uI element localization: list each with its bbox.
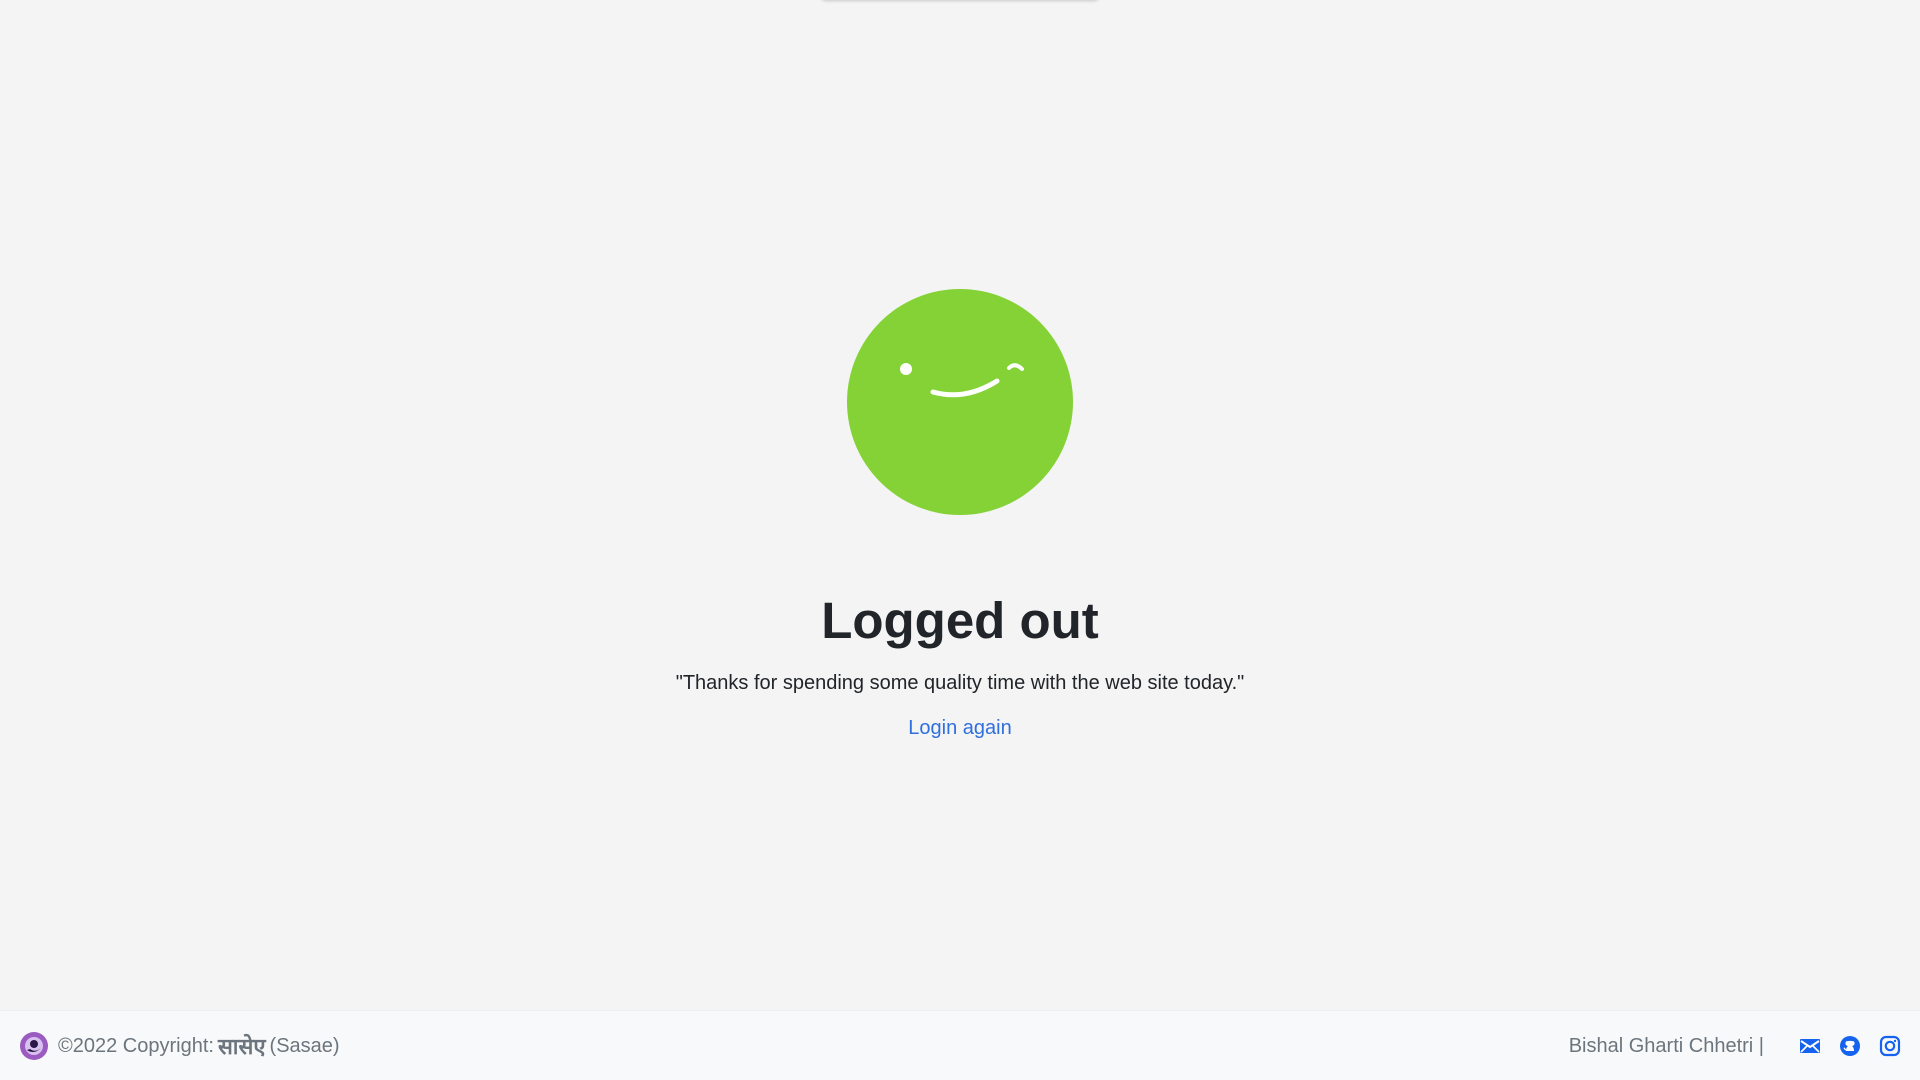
footer-copyright-area: ©2022 Copyright: सासेए (Sasae) xyxy=(20,1031,340,1061)
github-icon[interactable] xyxy=(1838,1034,1862,1058)
login-again-link[interactable]: Login again xyxy=(860,713,1060,743)
brand-link[interactable]: सासेए xyxy=(218,1031,266,1061)
winking-smiley-icon xyxy=(847,289,1073,515)
copyright-text: ©2022 Copyright: xyxy=(58,1034,214,1057)
footer-social-area: Bishal Gharti Chhetri | xyxy=(1569,1031,1902,1061)
envelope-icon[interactable] xyxy=(1798,1034,1822,1058)
logout-message: "Thanks for spending some quality time w… xyxy=(675,672,1245,694)
page: Logged out "Thanks for spending some qua… xyxy=(0,0,1920,1080)
brand-subtitle: (Sasae) xyxy=(269,1034,340,1057)
page-title: Logged out xyxy=(821,592,1099,649)
logout-content: Logged out "Thanks for spending some qua… xyxy=(0,0,1920,1010)
instagram-icon[interactable] xyxy=(1878,1034,1902,1058)
footer: ©2022 Copyright: सासेए (Sasae) Bishal Gh… xyxy=(0,1010,1920,1080)
author-name: Bishal Gharti Chhetri | xyxy=(1568,1034,1764,1057)
sasae-logo-icon xyxy=(20,1032,48,1060)
